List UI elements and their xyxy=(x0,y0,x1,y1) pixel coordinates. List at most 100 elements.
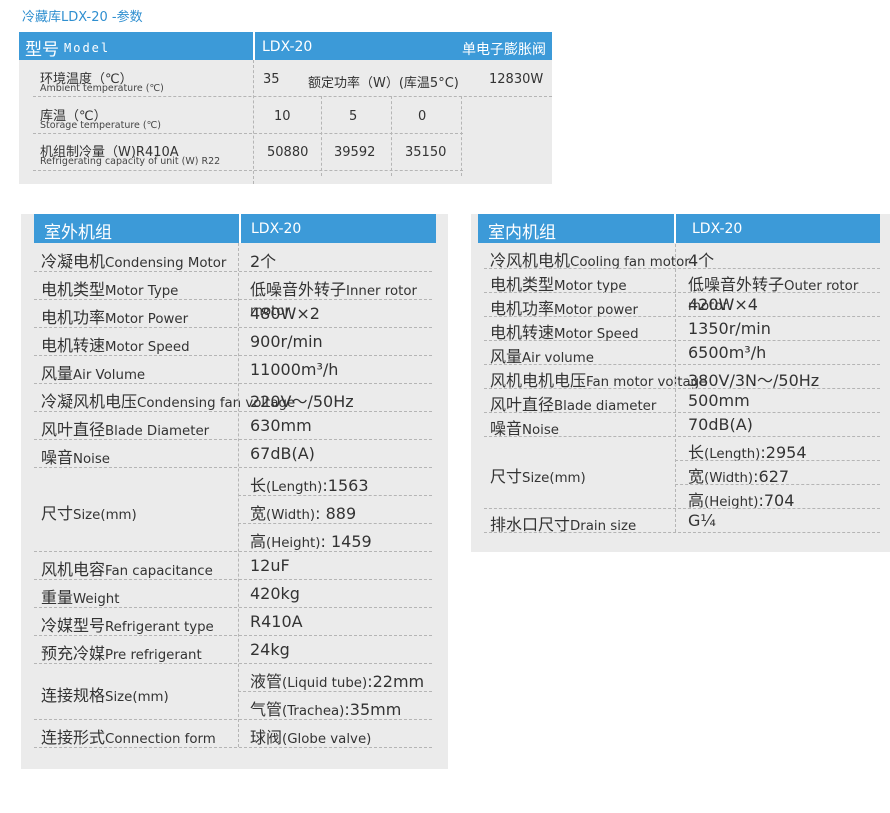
row-value: 480W×2 xyxy=(250,304,320,323)
row-label-cn: 冷媒型号 xyxy=(41,616,106,635)
header-divider xyxy=(239,214,241,243)
header-divider xyxy=(674,214,676,243)
row-value: R410A xyxy=(250,612,303,631)
row-value: 630mm xyxy=(250,416,312,435)
spec-col-divider xyxy=(321,96,322,176)
row-value-cn: 低噪音外转子 xyxy=(250,280,347,299)
capacity-value: 50880 xyxy=(267,145,309,160)
row-value-number: : 1459 xyxy=(320,532,372,551)
row-value-en: (Trachea) xyxy=(282,704,345,719)
row-divider xyxy=(34,411,432,412)
row-divider xyxy=(34,439,432,440)
indoor-header: 室内机组 LDX-20 xyxy=(478,214,880,243)
valve-type: 单电子膨胀阀 xyxy=(462,42,546,58)
row-label-cn: 风机电容 xyxy=(41,560,106,579)
storage-value: 0 xyxy=(418,109,427,124)
row-label-cn: 冷凝风机电压 xyxy=(41,392,138,411)
rated-power-value: 12830W xyxy=(489,72,544,87)
row-divider xyxy=(34,663,432,664)
row-divider xyxy=(34,299,432,300)
row-divider xyxy=(34,719,432,720)
model-value: LDX-20 xyxy=(262,39,313,55)
capacity-value: 39592 xyxy=(334,145,376,160)
spec-col-divider xyxy=(253,60,254,184)
row-label-cn: 噪音 xyxy=(41,448,74,467)
row-value: 长(Length):1563 xyxy=(250,472,369,496)
row-divider xyxy=(484,316,880,317)
row-value-number: :35mm xyxy=(344,700,402,719)
row-divider xyxy=(34,355,432,356)
capacity-value: 35150 xyxy=(405,145,447,160)
model-label: 型号 xyxy=(25,40,59,60)
row-value-cn: 气管 xyxy=(250,700,283,719)
row-value-cn: 宽 xyxy=(250,504,267,523)
row-label-cn: 尺寸 xyxy=(490,467,523,486)
row-value: 气管(Trachea):35mm xyxy=(250,696,401,720)
row-divider xyxy=(34,747,432,748)
spec-col-divider xyxy=(391,96,392,176)
row-value-en: (Length) xyxy=(266,480,323,495)
spec-row-divider xyxy=(33,96,552,97)
row-label-en: Motor Power xyxy=(105,312,189,327)
row-value: 宽(Width): 889 xyxy=(250,500,356,524)
row-label: 噪音Noise xyxy=(41,444,110,468)
row-value: 420W×4 xyxy=(688,295,758,314)
row-value-cn: 球阀 xyxy=(250,728,283,747)
ambient-label-en: Ambient temperature (℃) xyxy=(40,83,164,94)
row-value-en: (Liquid tube) xyxy=(282,676,368,691)
row-value: 6500m³/h xyxy=(688,343,767,362)
storage-value: 10 xyxy=(274,109,291,124)
row-divider xyxy=(34,383,432,384)
indoor-table: 室内机组 LDX-20 冷风机电机Cooling fan motor 4个 电机类型… xyxy=(471,214,890,552)
row-value: 24kg xyxy=(250,640,290,659)
row-label: 尺寸Size(mm) xyxy=(490,463,586,487)
row-value: 220V～/50Hz xyxy=(250,392,354,411)
row-value: 2个 xyxy=(250,252,277,271)
row-value-en: (Globe valve) xyxy=(282,732,372,747)
row-label-en: Condensing Motor xyxy=(105,256,227,271)
outdoor-model: LDX-20 xyxy=(251,221,302,237)
row-value-number: :1563 xyxy=(322,476,369,495)
row-label-cn: 电机转速 xyxy=(41,336,106,355)
row-label-cn: 电机类型 xyxy=(41,280,106,299)
row-label: 电机转速Motor Speed xyxy=(41,332,190,356)
col-divider xyxy=(675,244,676,532)
row-label-cn: 连接形式 xyxy=(41,728,106,747)
storage-value: 5 xyxy=(349,109,358,124)
row-divider xyxy=(34,551,432,552)
spec-row-divider xyxy=(33,133,463,134)
row-label-en: Blade Diameter xyxy=(105,424,210,439)
row-value: 球阀(Globe valve) xyxy=(250,724,371,748)
row-value: 1350r/min xyxy=(688,319,771,338)
row-divider xyxy=(34,635,432,636)
row-label: 电机功率Motor Power xyxy=(41,304,188,328)
row-divider xyxy=(34,579,432,580)
row-label-en: Pre refrigerant xyxy=(105,648,202,663)
row-label: 电机类型Motor Type xyxy=(41,276,178,300)
row-divider xyxy=(34,327,432,328)
indoor-model: LDX-20 xyxy=(692,221,743,237)
row-value: G¼ xyxy=(688,511,716,530)
page-title: 冷藏库LDX-20 -参数 xyxy=(22,10,143,25)
row-divider xyxy=(484,268,880,269)
outdoor-header: 室外机组 LDX-20 xyxy=(34,214,436,243)
row-label: 连接形式Connection form xyxy=(41,724,216,748)
outdoor-table: 室外机组 LDX-20 冷凝电机Condensing Motor 2个 电机类型Mo… xyxy=(21,214,448,769)
row-divider xyxy=(484,532,880,533)
storage-label-en: Storage temperature (℃) xyxy=(40,120,162,131)
spec-row-divider xyxy=(33,170,463,171)
row-divider xyxy=(484,388,880,389)
row-divider xyxy=(238,523,432,524)
indoor-title: 室内机组 xyxy=(488,223,556,243)
capacity-label-en: Refrigerating capacity of unit (W) R22 xyxy=(40,156,221,167)
row-value-en: (Height) xyxy=(266,536,321,551)
row-value: 67dB(A) xyxy=(250,444,315,463)
row-divider xyxy=(484,340,880,341)
row-value: 高(Height): 1459 xyxy=(250,528,372,552)
row-value-cn: 高 xyxy=(250,532,267,551)
row-value-en: (Width) xyxy=(266,508,316,523)
col-divider xyxy=(238,243,239,747)
row-label: 连接规格Size(mm) xyxy=(41,682,169,706)
row-divider xyxy=(34,467,432,468)
row-label: 冷凝电机Condensing Motor xyxy=(41,248,226,272)
